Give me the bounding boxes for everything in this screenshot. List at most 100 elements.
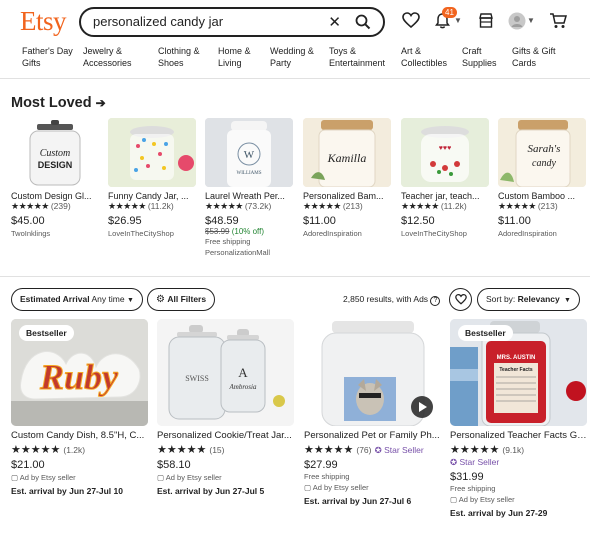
review-count: (15) [209, 445, 225, 455]
etsy-logo[interactable]: Etsy [20, 6, 67, 37]
rating-stars: ★★★★★ (213) [303, 201, 363, 211]
results-count: 2,850 results, with Ads ? [343, 294, 441, 306]
product-card[interactable]: MRS. AUSTIN Teacher Facts Bestseller Per… [450, 319, 587, 518]
star-seller-badge: ✪ Star Seller [450, 457, 587, 468]
help-icon[interactable]: ? [430, 296, 441, 306]
search-input[interactable]: personalized candy jar [93, 14, 313, 29]
dish-text-ruby: Ruby [39, 357, 119, 397]
arrival-estimate: Est. arrival by Jun 27-29 [450, 508, 548, 518]
save-search-button[interactable] [449, 288, 472, 311]
jar-text-candy: candy [532, 158, 556, 169]
most-loved-heading[interactable]: Most Loved ➔ [11, 95, 106, 111]
category-jewelry[interactable]: Jewelry & Accessories [83, 46, 132, 69]
ad-label: ▢ Ad by Etsy seller [450, 495, 587, 504]
shop-name: LoveInTheCityShop [401, 229, 467, 238]
jar-text-custom: Custom [40, 148, 71, 159]
product-card[interactable]: SWISS A Ambrosia Personalized Cookie/Tre… [157, 319, 294, 496]
cart-icon[interactable] [549, 12, 567, 29]
product-card[interactable]: Personalized Pet or Family Ph... ★★★★★ (… [304, 319, 441, 506]
ad-label: ▢ Ad by Etsy seller [11, 473, 148, 482]
search-bar[interactable]: personalized candy jar ✕ [79, 7, 385, 37]
most-loved-item[interactable]: W WILLIAMS Laurel Wreath Per... ★★★★★ (7… [205, 118, 293, 257]
discount-line: $53.99 (10% off) [205, 227, 293, 236]
review-count: (11.2k) [147, 201, 174, 211]
rating-stars: ★★★★★ (213) [498, 201, 558, 211]
shop-name: LoveInTheCityShop [108, 229, 174, 238]
product-card[interactable]: Ruby Bestseller Custom Candy Dish, 8.5"H… [11, 319, 148, 496]
item-title: Personalized Bam... [303, 191, 384, 201]
ad-text: Ad by Etsy seller [458, 495, 515, 504]
category-craft[interactable]: Craft Supplies [462, 46, 497, 69]
clear-search-icon[interactable]: ✕ [328, 13, 341, 31]
item-title: Custom Design Gl... [11, 191, 92, 201]
most-loved-item[interactable]: Funny Candy Jar, ... ★★★★★ (11.2k) $26.9… [108, 118, 196, 238]
most-loved-item[interactable]: Kamilla Personalized Bam... ★★★★★ (213) … [303, 118, 391, 238]
category-clothing[interactable]: Clothing & Shoes [158, 46, 200, 69]
sort-dropdown[interactable]: Sort by: Relevancy ▼ [477, 288, 580, 311]
product-image: Kamilla [303, 118, 391, 187]
all-filters-button[interactable]: ⚙ All Filters [147, 288, 216, 311]
favorites-heart-icon[interactable] [402, 12, 420, 29]
search-icon[interactable] [355, 14, 371, 30]
account-chevron-icon[interactable]: ▼ [527, 16, 535, 25]
avatar[interactable] [508, 12, 526, 30]
play-video-icon[interactable] [411, 396, 433, 418]
review-count: (239) [50, 201, 71, 211]
jar-text-mrs-austin: MRS. AUSTIN [497, 355, 536, 361]
ad-icon: ▢ [11, 473, 19, 482]
item-price: $26.95 [108, 215, 142, 227]
shop-name: AdoredInspiration [498, 229, 557, 238]
free-shipping: Free shipping [304, 472, 350, 481]
most-loved-item[interactable]: Custom DESIGN Custom Design Gl... ★★★★★ … [11, 118, 99, 238]
product-image: SWISS A Ambrosia [157, 319, 294, 426]
most-loved-item[interactable]: Sarah's candy Custom Bamboo ... ★★★★★ (2… [498, 118, 586, 238]
jar-text-ambrosia: Ambrosia [229, 383, 257, 391]
discount-percent: (10% off) [231, 227, 265, 236]
product-title: Personalized Teacher Facts Gl... [450, 430, 587, 441]
product-price: $21.00 [11, 459, 45, 471]
ad-icon: ▢ [157, 473, 165, 482]
ad-icon: ▢ [450, 495, 458, 504]
free-shipping: Free shipping [450, 484, 496, 493]
arrival-estimate: Est. arrival by Jun 27-Jul 6 [304, 496, 412, 506]
ad-icon: ▢ [304, 483, 312, 492]
product-image: Ruby Bestseller [11, 319, 148, 426]
product-title: Personalized Cookie/Treat Jar... [157, 430, 292, 441]
original-price: $53.99 [205, 227, 230, 236]
bestseller-badge: Bestseller [19, 325, 74, 341]
most-loved-item[interactable]: ♥♥♥ Teacher jar, teach... ★★★★★ (11.2k) … [401, 118, 489, 238]
category-fathers-day[interactable]: Father's Day Gifts [22, 46, 73, 69]
chevron-down-icon[interactable]: ▼ [454, 16, 462, 25]
rating-stars: ★★★★★ (76) ✪ Star Seller [304, 444, 424, 456]
category-gifts[interactable]: Gifts & Gift Cards [512, 46, 556, 69]
filter-sliders-icon: ⚙ [156, 294, 165, 305]
product-image: W WILLIAMS [205, 118, 293, 187]
jar-text-sarahs: Sarah's [528, 143, 561, 155]
shop-manager-icon[interactable] [478, 12, 494, 29]
rating-stars: ★★★★★ (1.2k) [11, 444, 86, 456]
category-toys[interactable]: Toys & Entertainment [329, 46, 385, 69]
arrival-label: Estimated Arrival [20, 294, 90, 304]
star-seller-icon: ✪ [374, 445, 382, 455]
category-wedding[interactable]: Wedding & Party [270, 46, 314, 69]
category-art[interactable]: Art & Collectibles [401, 46, 447, 69]
product-price: $58.10 [157, 459, 191, 471]
estimated-arrival-filter[interactable]: Estimated Arrival Any time ▼ [11, 288, 143, 311]
jar-text-swiss: SWISS [185, 374, 209, 383]
product-image: ♥♥♥ [401, 118, 489, 187]
chevron-down-icon: ▼ [562, 297, 571, 304]
heart-icon [455, 294, 467, 305]
item-title: Custom Bamboo ... [498, 191, 576, 201]
star-seller-badge: ✪ Star Seller [375, 445, 424, 455]
review-count: (76) [356, 445, 372, 455]
jar-text-kamilla: Kamilla [327, 151, 367, 165]
product-price: $27.99 [304, 459, 338, 471]
category-home[interactable]: Home & Living [218, 46, 251, 69]
item-price: $11.00 [498, 215, 531, 227]
free-shipping: Free shipping [205, 237, 251, 246]
rating-stars: ★★★★★ (73.2k) [205, 201, 272, 211]
jar-text-design: DESIGN [38, 160, 73, 170]
product-image: MRS. AUSTIN Teacher Facts Bestseller [450, 319, 587, 426]
item-price: $45.00 [11, 215, 45, 227]
item-price: $11.00 [303, 215, 336, 227]
